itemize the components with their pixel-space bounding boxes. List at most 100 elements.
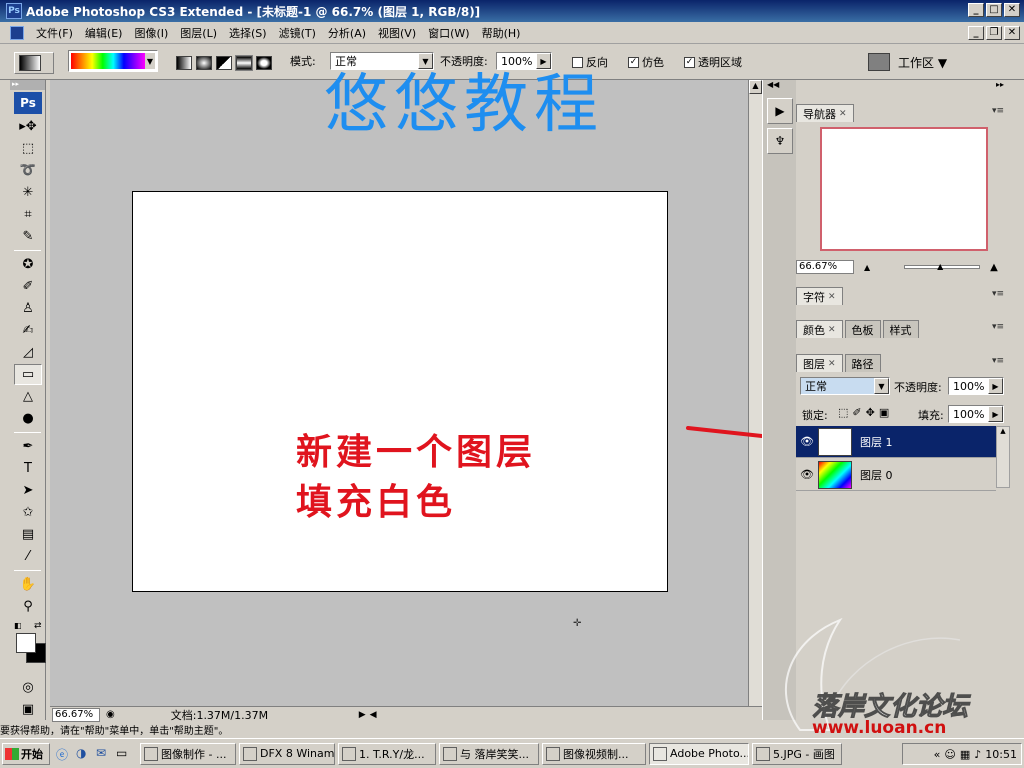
clone-source-icon[interactable]: ♆ [767,128,793,154]
chevron-down-icon[interactable]: ▼ [418,53,433,69]
taskbar-task[interactable]: DFX 8 Winamp [239,742,335,765]
notes-tool-icon[interactable]: ▤ [14,524,42,545]
navigator-zoom-field[interactable]: 66.67% [796,260,854,274]
reflected-gradient-icon[interactable] [235,55,253,71]
layer-row-1[interactable]: 👁 图层 1 [796,426,996,458]
transparency-checkbox[interactable]: ✓ 透明区域 [684,54,742,70]
start-button[interactable]: 开始 [2,742,50,765]
tab-navigator[interactable]: 导航器 ✕ [796,104,854,122]
fill-field[interactable]: 100% ▶ [948,405,1004,423]
taskbar-task[interactable]: 5.JPG - 画图 [752,742,842,765]
zoom-tool-icon[interactable]: ⚲ [14,596,42,617]
crop-tool-icon[interactable]: ⌗ [14,204,42,225]
chevron-down-icon[interactable]: ▼ [874,378,889,394]
close-icon[interactable]: ✕ [828,359,836,369]
zoom-field[interactable]: 66.67% [52,707,100,722]
canvas-vertical-scrollbar[interactable]: ▲ [748,80,762,706]
scroll-up-icon[interactable]: ▲ [997,427,1009,435]
close-icon[interactable]: ✕ [828,325,836,335]
menu-file[interactable]: 文件(F) [30,25,79,41]
volume-icon[interactable]: ♪ [974,748,981,761]
chevron-right-icon[interactable]: ▶ [536,53,551,69]
dodge-tool-icon[interactable]: ● [14,408,42,429]
layers-scrollbar[interactable]: ▲ [996,426,1010,488]
chevron-right-icon[interactable]: ▶ [359,710,366,720]
stamp-tool-icon[interactable]: ♙ [14,298,42,319]
show-desktop-icon[interactable]: ▭ [116,746,132,762]
taskbar-task[interactable]: 与 落岸笑笑... [439,742,539,765]
internet-explorer-icon[interactable]: ⓔ [56,746,72,762]
gradient-tool-icon[interactable]: ▭ [14,364,42,385]
dither-checkbox[interactable]: ✓ 仿色 [628,54,664,70]
slice-tool-icon[interactable]: ✎ [14,226,42,247]
checkbox-checked-icon[interactable]: ✓ [628,56,639,68]
scroll-left-icon[interactable]: ◀ [370,710,377,720]
doc-restore-icon[interactable]: ❐ [986,26,1002,40]
screen-mode-icon[interactable]: ▣ [14,699,42,720]
checkbox-empty-icon[interactable] [572,56,583,68]
eyedropper-tool-icon[interactable]: ⁄ [14,546,42,567]
tool-preset-picker[interactable] [14,52,54,74]
doc-close-icon[interactable]: ✕ [1004,26,1020,40]
menu-help[interactable]: 帮助(H) [476,25,527,41]
panel-menu-icon[interactable]: ▾≡ [992,356,1004,366]
blur-tool-icon[interactable]: △ [14,386,42,407]
qq-icon[interactable]: ☺ [944,748,955,761]
type-tool-icon[interactable]: T [14,458,42,479]
menu-layer[interactable]: 图层(L) [174,25,223,41]
zoom-in-icon[interactable]: ▲ [990,262,998,273]
media-player-icon[interactable]: ◑ [76,746,92,762]
network-icon[interactable]: ▦ [960,748,970,761]
taskbar-task[interactable]: 图像视频制... [542,742,646,765]
close-icon[interactable]: ✕ [1004,3,1020,17]
linear-gradient-icon[interactable] [176,56,192,70]
tab-swatches[interactable]: 色板 [844,320,881,338]
document-canvas[interactable] [132,191,668,592]
menu-edit[interactable]: 编辑(E) [79,25,129,41]
document-icon[interactable] [10,25,24,40]
default-colors-icon[interactable]: ◧ [14,621,22,630]
quick-mask-icon[interactable]: ◎ [14,677,42,698]
slider-knob-icon[interactable]: ▲ [937,262,943,271]
shape-tool-icon[interactable]: ✩ [14,502,42,523]
scroll-up-icon[interactable]: ▲ [749,80,762,94]
move-tool-icon[interactable]: ▸✥ [14,116,42,137]
maximize-icon[interactable]: □ [986,3,1002,17]
chevron-right-icon[interactable]: ▶ [988,378,1003,394]
pen-tool-icon[interactable]: ✒ [14,436,42,457]
layer-row-0[interactable]: 👁 图层 0 [796,459,996,491]
swap-colors-icon[interactable]: ⇄ [34,621,42,631]
blend-mode-select[interactable]: 正常 ▼ [800,377,890,395]
eraser-tool-icon[interactable]: ◿ [14,342,42,363]
path-select-tool-icon[interactable]: ➤ [14,480,42,501]
zoom-out-icon[interactable]: ▲ [864,263,870,272]
history-brush-tool-icon[interactable]: ✍ [14,320,42,341]
menu-filter[interactable]: 滤镜(T) [273,25,322,41]
chevron-down-icon[interactable]: ▼ [145,53,155,69]
marquee-tool-icon[interactable]: ⬚ [14,138,42,159]
expand-panels-icon[interactable]: ▸▸ [996,80,1004,89]
panel-menu-icon[interactable]: ▾≡ [992,322,1004,332]
bridge-icon[interactable] [868,53,890,71]
play-actions-icon[interactable]: ▶ [767,98,793,124]
magic-wand-tool-icon[interactable]: ✳ [14,182,42,203]
layer-opacity-field[interactable]: 100% ▶ [948,377,1004,395]
checkbox-checked-icon[interactable]: ✓ [684,56,695,68]
close-icon[interactable]: ✕ [828,292,836,302]
photoshop-logo-icon[interactable]: Ps [14,92,42,114]
tab-paths[interactable]: 路径 [844,354,881,372]
visibility-eye-icon[interactable]: 👁 [796,435,818,448]
lasso-tool-icon[interactable]: ➰ [14,160,42,181]
collapse-dock-icon[interactable]: ◀◀ [763,80,796,94]
foreground-color[interactable] [16,633,36,653]
menu-image[interactable]: 图像(I) [128,25,174,41]
radial-gradient-icon[interactable] [196,56,212,70]
visibility-eye-icon[interactable]: 👁 [796,468,818,481]
tab-character[interactable]: 字符 ✕ [796,287,843,305]
menu-analysis[interactable]: 分析(A) [322,25,372,41]
minimize-icon[interactable]: _ [968,3,984,17]
brush-tool-icon[interactable]: ✐ [14,276,42,297]
photoshop-app-icon[interactable]: Ps [6,3,22,19]
close-icon[interactable]: ✕ [839,109,847,119]
tab-layers[interactable]: 图层 ✕ [796,354,843,372]
